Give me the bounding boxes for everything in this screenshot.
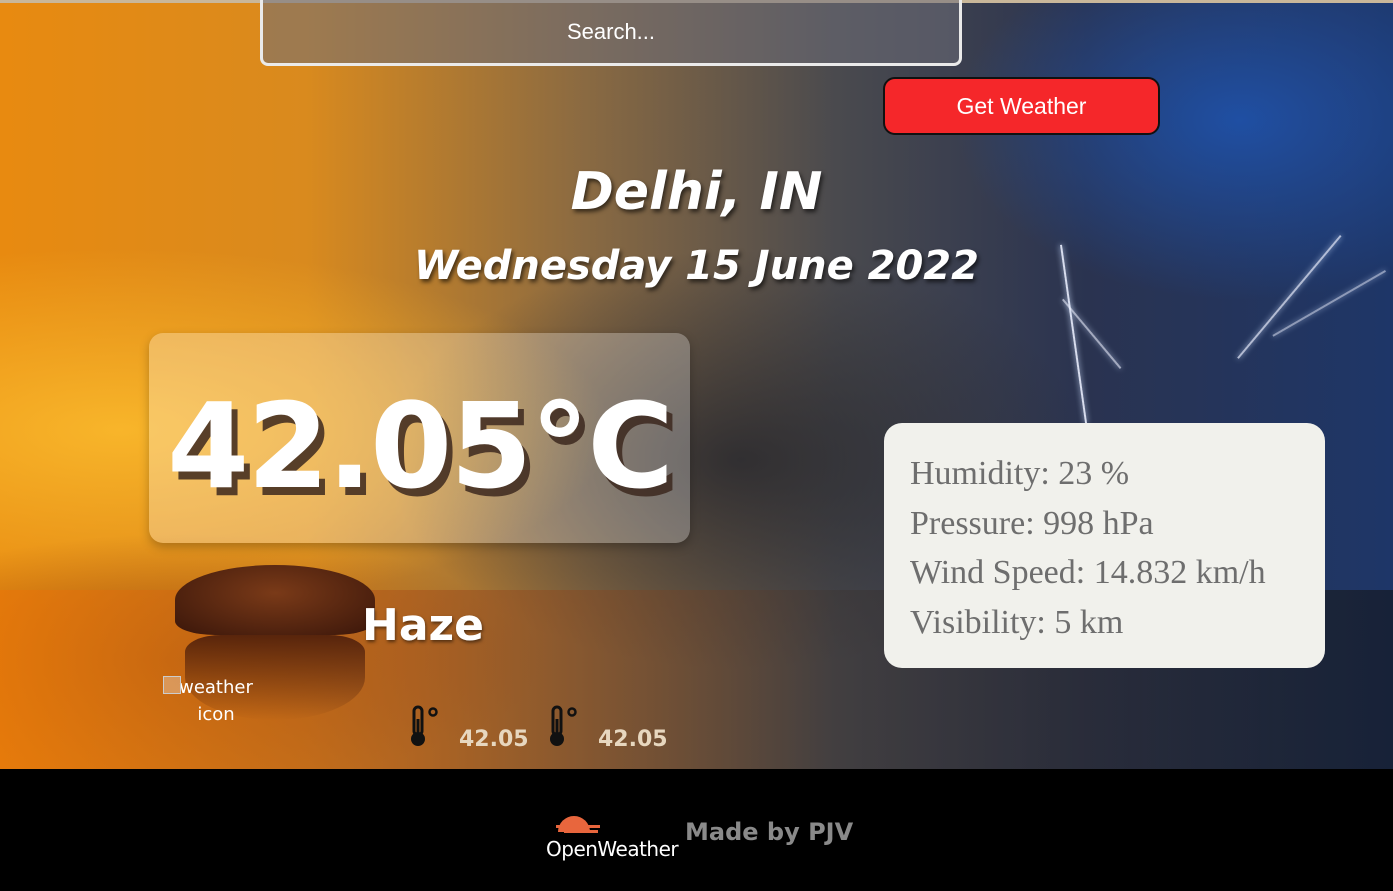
broken-image-icon [163, 676, 181, 694]
visibility: Visibility: 5 km [910, 603, 1124, 641]
weather-condition: Haze [362, 600, 484, 651]
temperature-card: 42.05°C [149, 333, 690, 543]
city-name: Delhi, IN [570, 162, 823, 222]
wind-speed: Wind Speed: 14.832 km/h [910, 554, 1266, 591]
min-temperature-value: 42.05 [459, 727, 529, 752]
weather-icon: weather icon [161, 674, 271, 728]
credit-text: Made by PJV [685, 818, 854, 846]
openweather-brand: OpenWeather [546, 837, 679, 861]
max-temperature: 42.05 [548, 705, 668, 752]
thermometer-icon [548, 705, 578, 749]
search-input[interactable] [260, 0, 962, 66]
max-temperature-value: 42.05 [598, 727, 668, 752]
weather-icon-alt-text: weather icon [179, 677, 253, 725]
weather-details-card: Humidity: 23 % Pressure: 998 hPa Wind Sp… [884, 423, 1325, 668]
get-weather-button[interactable]: Get Weather [883, 77, 1160, 135]
humidity: Humidity: 23 % [910, 455, 1130, 492]
current-date: Wednesday 15 June 2022 [414, 243, 979, 289]
min-temperature: 42.05 [409, 705, 529, 752]
thermometer-icon [409, 705, 439, 749]
lightning-bolt [1062, 298, 1122, 369]
pressure: Pressure: 998 hPa [910, 504, 1154, 542]
island [175, 565, 375, 635]
current-temperature: 42.05°C [167, 377, 674, 515]
